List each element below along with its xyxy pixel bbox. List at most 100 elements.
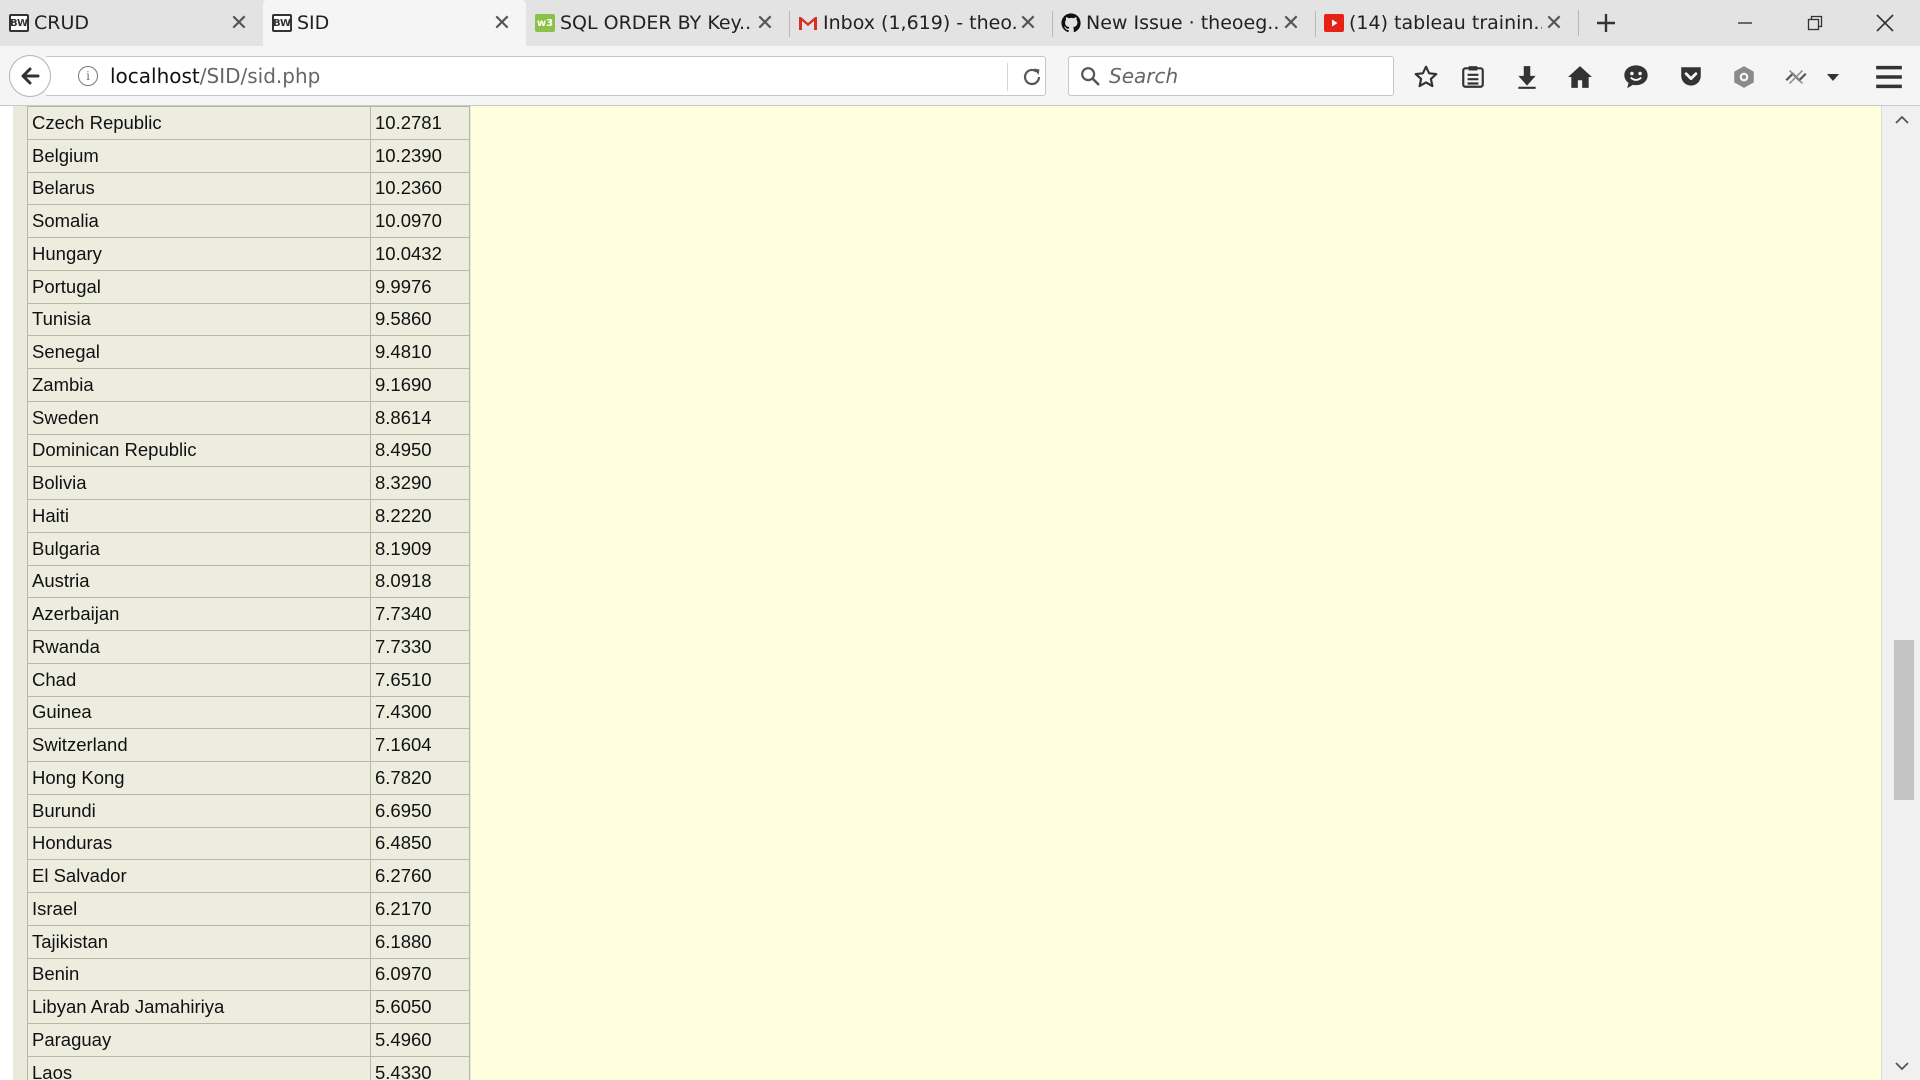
close-icon[interactable]: ✕ [1279,11,1303,36]
table-row: Austria 8.0918 [27,564,470,599]
tab-strip: BW CRUD ✕ BW SID ✕ w3 SQL ORDER BY Key..… [0,0,1920,46]
table-row: Hong Kong 6.7820 [27,761,470,795]
country-cell: Hong Kong [27,761,371,795]
home-button[interactable] [1566,63,1594,91]
chat-button[interactable] [1622,63,1650,91]
table-row: Tunisia 9.5860 [27,302,470,337]
value-cell: 7.1604 [370,728,470,762]
tab-title: (14) tableau trainin... [1349,12,1542,34]
addon-button[interactable] [1782,63,1810,91]
value-cell: 10.2781 [370,106,470,140]
table-row: Belarus 10.2360 [27,171,470,206]
country-cell: Sweden [27,400,371,435]
country-cell: Portugal [27,269,371,304]
menu-button[interactable] [1875,63,1903,91]
country-cell: Azerbaijan [27,597,371,631]
close-icon[interactable]: ✕ [753,11,777,36]
value-cell: 7.7330 [370,630,470,664]
github-icon [1061,13,1081,33]
table-row: Laos 5.4330 [27,1055,470,1080]
value-cell: 7.6510 [370,662,470,697]
url-text[interactable]: localhost/SID/sid.php [110,64,320,88]
country-cell: Senegal [27,335,371,369]
value-cell: 5.4960 [370,1023,470,1057]
country-cell: Benin [27,957,371,992]
extension-button[interactable] [1730,63,1758,91]
navigation-toolbar: i localhost/SID/sid.php [0,46,1920,106]
value-cell: 8.8614 [370,400,470,435]
table-row: Senegal 9.4810 [27,335,470,369]
value-cell: 6.2170 [370,892,470,926]
country-cell: Israel [27,892,371,926]
country-cell: Haiti [27,499,371,533]
value-cell: 8.3290 [370,466,470,500]
tab-github-new-issue[interactable]: New Issue · theoeg... ✕ [1052,0,1315,46]
tab-crud[interactable]: BW CRUD ✕ [0,0,263,46]
info-icon[interactable]: i [78,66,98,86]
vertical-scrollbar[interactable] [1881,106,1920,1080]
close-icon[interactable]: ✕ [1016,11,1040,36]
value-cell: 10.2390 [370,138,470,173]
country-cell: Tunisia [27,302,371,337]
bug-addon-icon [1785,69,1807,85]
pocket-button[interactable] [1677,63,1705,91]
tab-sql-order-by[interactable]: w3 SQL ORDER BY Key... ✕ [526,0,789,46]
country-values-table: Czech Republic 10.2781 Belgium 10.2390 Belar… [27,106,470,1080]
gmail-icon [798,14,818,32]
home-icon [1568,66,1592,88]
new-tab-button[interactable] [1579,0,1633,46]
table-row: Azerbaijan 7.7340 [27,597,470,631]
bookmark-star-button[interactable] [1412,63,1440,91]
table-row: Tajikistan 6.1880 [27,924,470,959]
chevron-down-icon [1827,74,1839,81]
country-cell: Tajikistan [27,924,371,959]
value-cell: 9.5860 [370,302,470,337]
addon-dropdown-button[interactable] [1820,63,1846,91]
search-input[interactable] [1109,64,1389,88]
reload-icon[interactable] [1020,65,1044,89]
country-cell: Belarus [27,171,371,206]
country-cell: Zambia [27,368,371,402]
tab-sid[interactable]: BW SID ✕ [263,0,526,46]
value-cell: 5.4330 [370,1055,470,1080]
back-button[interactable] [9,55,51,97]
tab-title: CRUD [34,12,90,34]
close-icon[interactable]: ✕ [490,11,514,36]
table-row: Belgium 10.2390 [27,138,470,173]
url-path: /SID/sid.php [199,64,321,88]
scrollbar-thumb[interactable] [1894,640,1914,800]
table-row: Guinea 7.4300 [27,695,470,730]
table-row: Sweden 8.8614 [27,400,470,435]
country-cell: Laos [27,1055,371,1080]
downloads-button[interactable] [1513,63,1541,91]
value-cell: 10.0432 [370,237,470,271]
close-icon[interactable]: ✕ [1542,11,1566,36]
close-window-button[interactable] [1850,0,1920,46]
bw-icon: BW [9,14,29,32]
table-row: Chad 7.6510 [27,662,470,697]
search-bar[interactable] [1068,56,1394,96]
scroll-down-button[interactable] [1882,1052,1920,1080]
url-bar[interactable]: i localhost/SID/sid.php [46,56,1046,96]
minimize-icon [1738,22,1752,24]
close-icon[interactable]: ✕ [227,11,251,36]
table-row: Somalia 10.0970 [27,204,470,238]
table-row: Czech Republic 10.2781 [27,106,470,140]
value-cell: 6.6950 [370,793,470,828]
scroll-up-button[interactable] [1882,106,1920,134]
tab-inbox[interactable]: Inbox (1,619) - theo... ✕ [789,0,1052,46]
chevron-up-icon [1894,115,1909,124]
tab-youtube[interactable]: (14) tableau trainin... ✕ [1315,0,1578,46]
value-cell: 9.9976 [370,269,470,304]
tab-title: SID [297,12,330,34]
value-cell: 8.1909 [370,531,470,566]
page-viewport: Czech Republic 10.2781 Belgium 10.2390 Belar… [0,106,1920,1080]
tab-title: SQL ORDER BY Key... [560,12,753,34]
page-left-margin [0,106,13,1080]
pocket-icon [1681,67,1701,86]
country-cell: Austria [27,564,371,599]
minimize-button[interactable] [1710,0,1780,46]
restore-button[interactable] [1780,0,1850,46]
reading-list-button[interactable] [1459,63,1487,91]
table-row: Benin 6.0970 [27,957,470,992]
